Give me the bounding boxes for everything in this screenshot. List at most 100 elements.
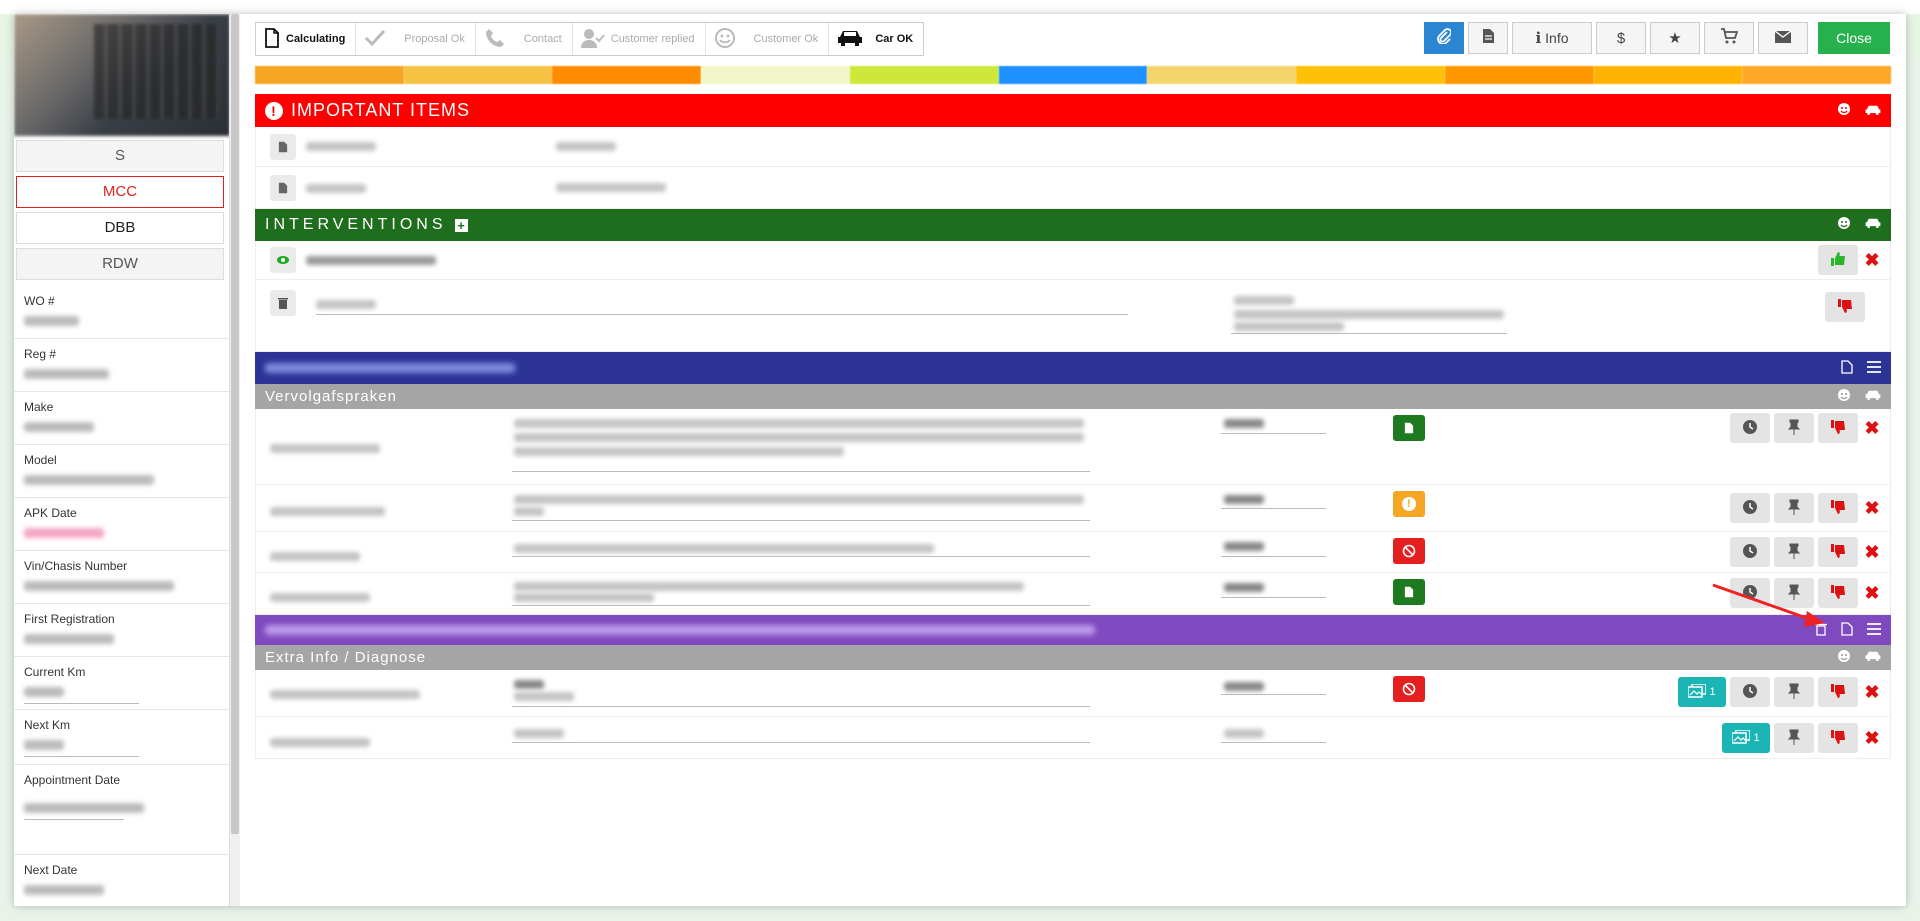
workflow-step-car-ok[interactable]: Car OK bbox=[829, 23, 923, 55]
clock-button[interactable] bbox=[1730, 493, 1770, 523]
trash-icon[interactable] bbox=[270, 290, 296, 316]
pin-button[interactable] bbox=[1774, 677, 1814, 707]
attachment-button[interactable] bbox=[1424, 22, 1464, 54]
thumbs-down-button[interactable] bbox=[1818, 677, 1858, 707]
clock-icon bbox=[1742, 419, 1758, 438]
thumbs-down-button[interactable] bbox=[1818, 723, 1858, 753]
thumbs-down-icon bbox=[1830, 499, 1846, 518]
delete-button[interactable]: ✖ bbox=[1862, 723, 1882, 753]
menu-icon[interactable] bbox=[1867, 360, 1881, 376]
clock-button[interactable] bbox=[1730, 537, 1770, 567]
workflow-step-contact[interactable]: Contact bbox=[476, 23, 573, 55]
dbb-button[interactable]: DBB bbox=[16, 212, 224, 244]
sidebar-scrollbar-thumb[interactable] bbox=[231, 14, 239, 834]
images-icon bbox=[1731, 728, 1752, 747]
strip-segment[interactable] bbox=[552, 66, 702, 84]
workflow-step-calculating[interactable]: Calculating bbox=[256, 23, 357, 55]
thumbs-down-button[interactable] bbox=[1818, 493, 1858, 523]
check-icon bbox=[364, 29, 392, 50]
ban-icon[interactable] bbox=[1393, 538, 1425, 564]
thumbs-down-button[interactable] bbox=[1818, 413, 1858, 443]
car-icon[interactable] bbox=[1865, 649, 1881, 666]
strip-segment[interactable] bbox=[1742, 66, 1892, 84]
car-icon[interactable] bbox=[1865, 388, 1881, 405]
strip-segment[interactable] bbox=[701, 66, 850, 84]
annotation-arrow bbox=[1711, 581, 1831, 634]
favorite-button[interactable]: ★ bbox=[1650, 22, 1700, 54]
delete-button[interactable]: ✖ bbox=[1862, 493, 1882, 523]
add-icon[interactable]: + bbox=[454, 218, 468, 233]
next-km-field[interactable]: Next Km bbox=[14, 710, 229, 765]
menu-icon[interactable] bbox=[1867, 622, 1881, 638]
important-item-row bbox=[255, 167, 1891, 209]
pin-icon bbox=[1787, 683, 1801, 702]
next-date-field[interactable]: Next Date bbox=[14, 855, 229, 906]
workflow-step-customer-ok[interactable]: Customer Ok bbox=[706, 23, 830, 55]
strip-segment[interactable] bbox=[403, 66, 553, 84]
car-icon[interactable] bbox=[1865, 100, 1881, 121]
strip-segment[interactable] bbox=[1147, 66, 1297, 84]
photos-button[interactable]: 1 bbox=[1722, 723, 1770, 753]
pin-icon bbox=[1787, 729, 1801, 748]
photos-button[interactable]: 1 bbox=[1678, 677, 1726, 707]
delete-button[interactable]: ✖ bbox=[1862, 537, 1882, 567]
email-button[interactable] bbox=[1758, 22, 1808, 54]
thumbs-down-button[interactable] bbox=[1818, 537, 1858, 567]
clock-button[interactable] bbox=[1730, 677, 1770, 707]
pin-button[interactable] bbox=[1774, 537, 1814, 567]
followup-row: ! ✖ bbox=[255, 485, 1891, 532]
price-button[interactable]: $ bbox=[1596, 22, 1646, 54]
strip-segment[interactable] bbox=[255, 66, 404, 84]
smiley-icon[interactable] bbox=[1837, 216, 1851, 235]
file-icon[interactable] bbox=[1393, 579, 1425, 605]
extra-info-section-header bbox=[255, 583, 1891, 645]
wo-number-field: WO # bbox=[14, 286, 229, 339]
smiley-icon[interactable] bbox=[1837, 388, 1851, 406]
pdf-icon[interactable] bbox=[1841, 359, 1853, 377]
thumbs-up-button[interactable] bbox=[1818, 245, 1858, 275]
delete-button[interactable]: ✖ bbox=[1862, 245, 1882, 275]
delete-button[interactable]: ✖ bbox=[1862, 677, 1882, 707]
thumbs-down-icon bbox=[1830, 683, 1846, 702]
vehicle-photo[interactable] bbox=[14, 14, 229, 136]
car-icon[interactable] bbox=[1865, 216, 1881, 234]
workflow-step-customer-replied[interactable]: Customer replied bbox=[573, 23, 706, 55]
delete-button[interactable]: ✖ bbox=[1862, 413, 1882, 443]
s-button[interactable]: S bbox=[16, 140, 224, 172]
strip-segment[interactable] bbox=[849, 66, 999, 84]
phone-icon bbox=[484, 27, 512, 52]
strip-segment[interactable] bbox=[1593, 66, 1743, 84]
smiley-icon bbox=[714, 27, 742, 52]
delete-button[interactable]: ✖ bbox=[1862, 578, 1882, 608]
cart-button[interactable] bbox=[1704, 22, 1754, 54]
strip-segment[interactable] bbox=[1444, 66, 1594, 84]
file-icon[interactable] bbox=[270, 134, 296, 160]
appointment-date-field[interactable]: Appointment Date bbox=[14, 765, 229, 855]
thumbs-down-button[interactable] bbox=[1825, 292, 1865, 322]
file-icon[interactable] bbox=[270, 175, 296, 201]
strip-segment[interactable] bbox=[1296, 66, 1445, 84]
status-color-strip bbox=[255, 66, 1892, 84]
clock-icon bbox=[1742, 499, 1758, 518]
eye-icon[interactable] bbox=[270, 247, 296, 273]
user-check-icon bbox=[580, 28, 611, 51]
mcc-button[interactable]: MCC bbox=[16, 176, 224, 208]
warning-icon[interactable]: ! bbox=[1393, 491, 1425, 517]
strip-segment[interactable] bbox=[998, 66, 1148, 84]
pin-button[interactable] bbox=[1774, 413, 1814, 443]
file-icon[interactable] bbox=[1393, 415, 1425, 441]
pdf-icon[interactable] bbox=[1841, 621, 1853, 639]
clock-button[interactable] bbox=[1730, 413, 1770, 443]
close-button[interactable]: Close bbox=[1818, 22, 1890, 54]
pin-button[interactable] bbox=[1774, 493, 1814, 523]
info-button[interactable]: i Info bbox=[1512, 22, 1592, 54]
current-km-field[interactable]: Current Km bbox=[14, 657, 229, 710]
pin-button[interactable] bbox=[1774, 723, 1814, 753]
document-button[interactable] bbox=[1468, 22, 1508, 54]
rdw-button[interactable]: RDW bbox=[16, 248, 224, 280]
smiley-icon[interactable] bbox=[1837, 100, 1851, 121]
reg-number-field: Reg # bbox=[14, 339, 229, 392]
ban-icon[interactable] bbox=[1393, 676, 1425, 702]
workflow-step-proposal-ok[interactable]: Proposal Ok bbox=[356, 23, 476, 55]
smiley-icon[interactable] bbox=[1837, 649, 1851, 667]
